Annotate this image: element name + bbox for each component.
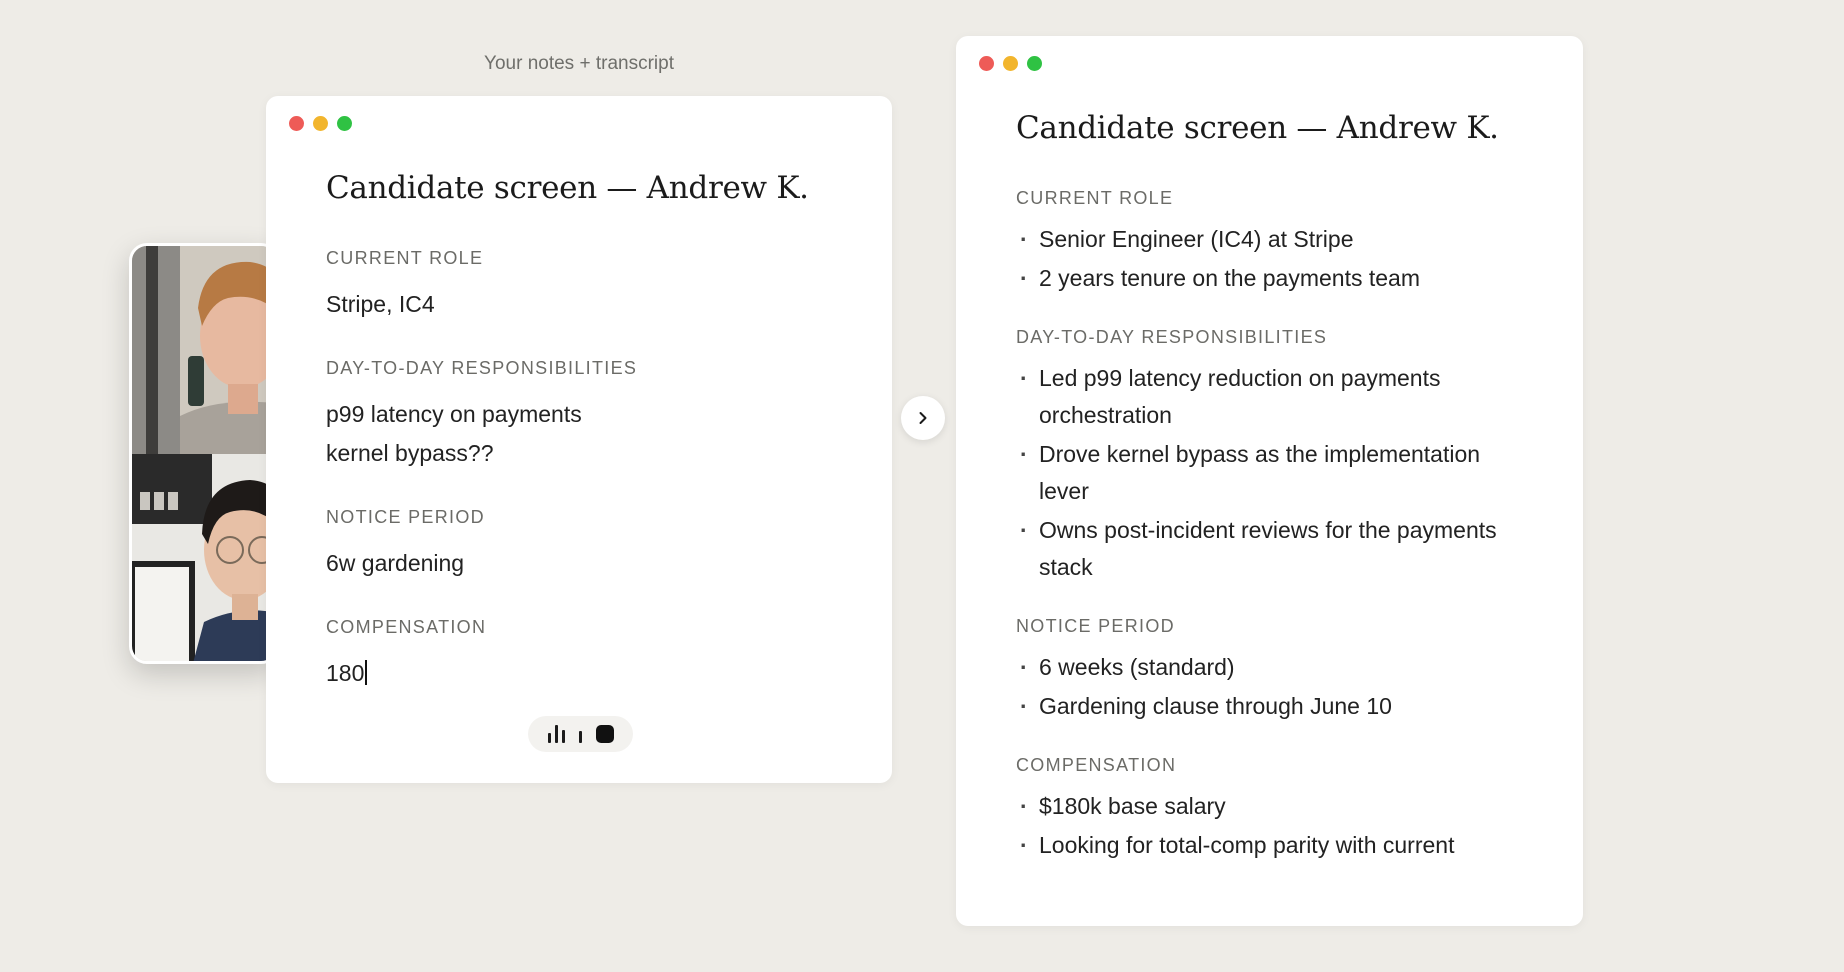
section-label: DAY-TO-DAY RESPONSIBILITIES [326, 358, 638, 378]
note-line-text: 180 [326, 660, 365, 686]
minimize-window-button[interactable] [313, 116, 328, 131]
notes-title[interactable]: Candidate screen — Andrew K. [326, 170, 842, 206]
bullet-item[interactable]: Looking for total-comp parity with curre… [1016, 827, 1533, 864]
section-label: COMPENSATION [326, 617, 487, 637]
note-line[interactable]: p99 latency on payments [326, 395, 842, 434]
section-label: NOTICE PERIOD [326, 507, 485, 527]
notes-section-notice-period: NOTICE PERIOD 6w gardening [326, 507, 842, 583]
note-line[interactable]: 6w gardening [326, 544, 842, 583]
bullet-item[interactable]: 2 years tenure on the payments team [1016, 260, 1533, 297]
chevron-right-icon [919, 412, 927, 424]
bullet-item[interactable]: Owns post-incident reviews for the payme… [1016, 512, 1533, 586]
enhance-notes-button[interactable] [901, 396, 945, 440]
caption: Your notes + transcript [484, 53, 674, 74]
video-call-panel[interactable] [129, 243, 279, 664]
enhanced-section-current-role: CURRENT ROLE Senior Engineer (IC4) at St… [1016, 188, 1533, 297]
close-window-button[interactable] [979, 56, 994, 71]
note-line-active[interactable]: 180 [326, 654, 842, 693]
participant-1-video[interactable] [132, 246, 276, 454]
enhanced-section-notice-period: NOTICE PERIOD 6 weeks (standard) Gardeni… [1016, 616, 1533, 725]
bullet-item[interactable]: Led p99 latency reduction on payments or… [1016, 360, 1533, 434]
notes-section-responsibilities: DAY-TO-DAY RESPONSIBILITIES p99 latency … [326, 358, 842, 473]
note-line[interactable]: kernel bypass?? [326, 434, 842, 473]
section-label: NOTICE PERIOD [1016, 616, 1175, 636]
enhanced-section-responsibilities: DAY-TO-DAY RESPONSIBILITIES Led p99 late… [1016, 327, 1533, 586]
close-window-button[interactable] [289, 116, 304, 131]
text-cursor [365, 660, 368, 685]
bullet-item[interactable]: Drove kernel bypass as the implementatio… [1016, 436, 1533, 510]
section-label: CURRENT ROLE [1016, 188, 1174, 208]
minimize-window-button[interactable] [1003, 56, 1018, 71]
stop-icon[interactable] [595, 725, 614, 743]
section-label: CURRENT ROLE [326, 248, 484, 268]
section-label: DAY-TO-DAY RESPONSIBILITIES [1016, 327, 1328, 347]
maximize-window-button[interactable] [337, 116, 352, 131]
recording-control[interactable] [528, 716, 633, 752]
notes-section-current-role: CURRENT ROLE Stripe, IC4 [326, 248, 842, 324]
section-label: COMPENSATION [1016, 755, 1177, 775]
enhanced-notes-window: Candidate screen — Andrew K. CURRENT ROL… [956, 36, 1583, 926]
bullet-item[interactable]: Gardening clause through June 10 [1016, 688, 1533, 725]
note-line[interactable]: Stripe, IC4 [326, 285, 842, 324]
notes-editor[interactable]: Candidate screen — Andrew K. CURRENT ROL… [326, 170, 842, 693]
enhanced-section-compensation: COMPENSATION $180k base salary Looking f… [1016, 755, 1533, 864]
notes-section-compensation: COMPENSATION 180 [326, 617, 842, 693]
notes-window: Candidate screen — Andrew K. CURRENT ROL… [266, 96, 892, 783]
bullet-item[interactable]: 6 weeks (standard) [1016, 649, 1533, 686]
window-controls [979, 56, 1042, 71]
bullet-item[interactable]: Senior Engineer (IC4) at Stripe [1016, 221, 1533, 258]
bullet-item[interactable]: $180k base salary [1016, 788, 1533, 825]
enhanced-notes-title[interactable]: Candidate screen — Andrew K. [1016, 110, 1533, 146]
participant-2-video[interactable] [132, 454, 276, 661]
maximize-window-button[interactable] [1027, 56, 1042, 71]
audio-wave-icon [547, 725, 582, 743]
window-controls [289, 116, 352, 131]
enhanced-notes-document[interactable]: Candidate screen — Andrew K. CURRENT ROL… [1016, 110, 1533, 866]
